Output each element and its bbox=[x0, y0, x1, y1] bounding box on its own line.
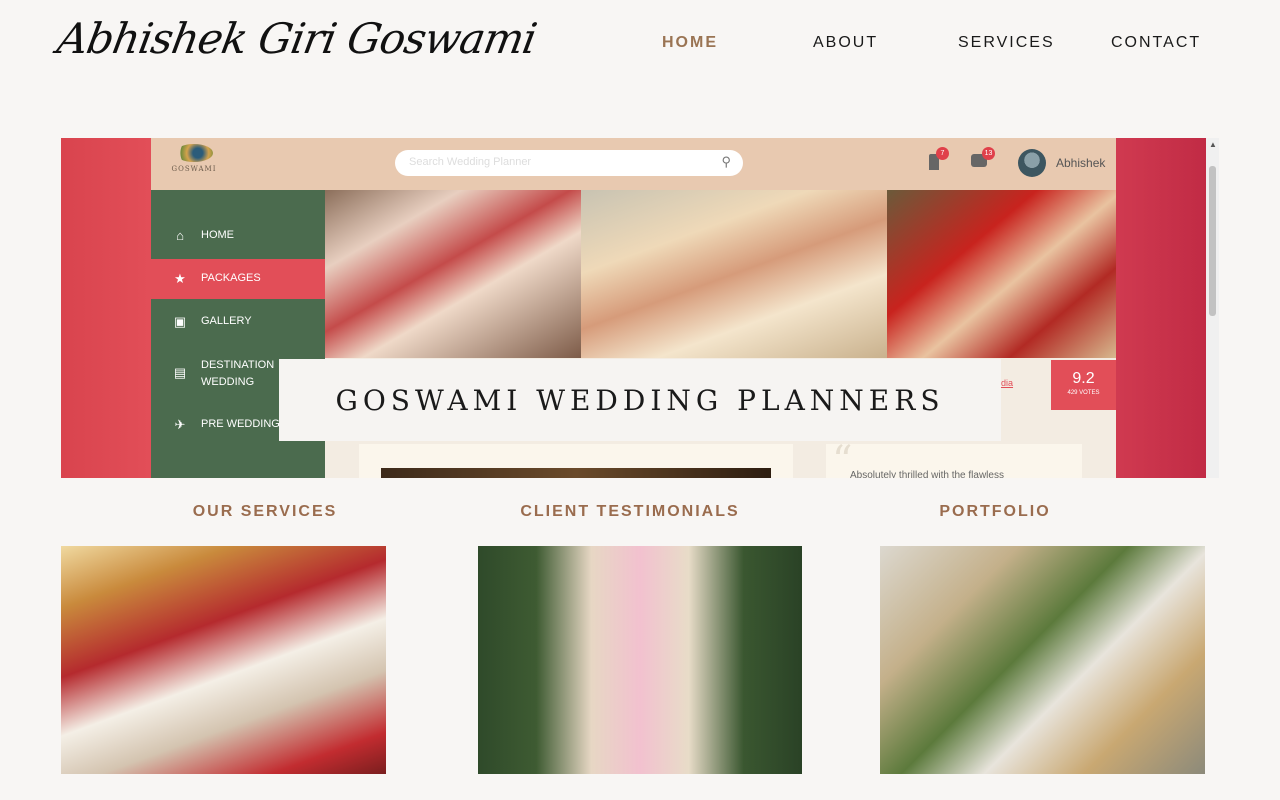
nav-contact[interactable]: CONTACT bbox=[1111, 34, 1201, 52]
page-title: GOSWAMI WEDDING PLANNERS bbox=[335, 384, 945, 417]
user-name[interactable]: Abhishek bbox=[1056, 156, 1105, 170]
nav-home[interactable]: HOME bbox=[662, 34, 718, 52]
testimonials-image[interactable] bbox=[478, 546, 802, 774]
content-card bbox=[359, 444, 793, 478]
rating-badge: 9.2 429 VOTES bbox=[1051, 360, 1116, 410]
hero-scrollbar[interactable]: ▲ bbox=[1206, 138, 1219, 478]
wedding-photo-3 bbox=[887, 190, 1116, 358]
map-icon: ▤ bbox=[173, 365, 187, 380]
image-icon: ▣ bbox=[173, 314, 187, 329]
review-snippet: Absolutely thrilled with the flawless bbox=[850, 470, 1004, 478]
bookmark-count-badge: 7 bbox=[936, 147, 949, 160]
sidebar-item-home[interactable]: ⌂ HOME bbox=[151, 216, 325, 256]
inner-search-input[interactable]: Search Wedding Planner ⚲ bbox=[395, 150, 743, 176]
signature-logo[interactable]: Abhishek Giri Goswami bbox=[54, 14, 540, 63]
inner-topbar: GOSWAMI Search Wedding Planner ⚲ 7 13 Ab… bbox=[151, 138, 1116, 190]
plane-icon: ✈ bbox=[174, 417, 186, 432]
rating-votes: 429 VOTES bbox=[1067, 390, 1100, 396]
search-icon[interactable]: ⚲ bbox=[721, 154, 731, 170]
nav-about[interactable]: ABOUT bbox=[813, 34, 878, 52]
section-title-services[interactable]: OUR SERVICES bbox=[160, 503, 370, 521]
sidebar-item-label: DESTINATION WEDDING bbox=[201, 359, 275, 388]
sidebar-item-packages[interactable]: ★ PACKAGES bbox=[151, 259, 325, 299]
card-image bbox=[381, 468, 771, 478]
peacock-feather-logo-icon: GOSWAMI bbox=[171, 144, 217, 184]
portfolio-image[interactable] bbox=[880, 546, 1205, 774]
message-count-badge: 13 bbox=[982, 147, 995, 160]
sidebar-item-label: HOME bbox=[201, 229, 234, 241]
wedding-photo-2 bbox=[581, 190, 887, 358]
section-title-testimonials[interactable]: CLIENT TESTIMONIALS bbox=[510, 503, 750, 521]
scrollbar-thumb[interactable] bbox=[1209, 166, 1216, 316]
inner-logo-text: GOSWAMI bbox=[171, 165, 217, 173]
sidebar-item-label: PACKAGES bbox=[201, 272, 261, 284]
scroll-up-arrow-icon[interactable]: ▲ bbox=[1209, 140, 1217, 149]
avatar[interactable] bbox=[1018, 149, 1046, 177]
hero-right-panel bbox=[1116, 138, 1206, 478]
sidebar-item-label: PRE WEDDING bbox=[201, 418, 280, 430]
hero-left-panel bbox=[61, 138, 151, 478]
sidebar-item-label: GALLERY bbox=[201, 315, 252, 327]
hero-banner: GOSWAMI Search Wedding Planner ⚲ 7 13 Ab… bbox=[61, 138, 1206, 478]
home-icon: ⌂ bbox=[176, 228, 184, 243]
wedding-photo-1 bbox=[325, 190, 581, 358]
sidebar-item-gallery[interactable]: ▣ GALLERY bbox=[151, 302, 325, 342]
inner-search-placeholder: Search Wedding Planner bbox=[409, 156, 532, 168]
star-icon: ★ bbox=[174, 271, 186, 286]
section-title-portfolio[interactable]: PORTFOLIO bbox=[900, 503, 1090, 521]
review-card: “ Absolutely thrilled with the flawless bbox=[826, 438, 1082, 478]
services-image[interactable] bbox=[61, 546, 386, 774]
rating-score: 9.2 bbox=[1072, 370, 1095, 387]
title-banner: GOSWAMI WEDDING PLANNERS bbox=[279, 359, 1001, 441]
nav-services[interactable]: SERVICES bbox=[958, 34, 1055, 52]
